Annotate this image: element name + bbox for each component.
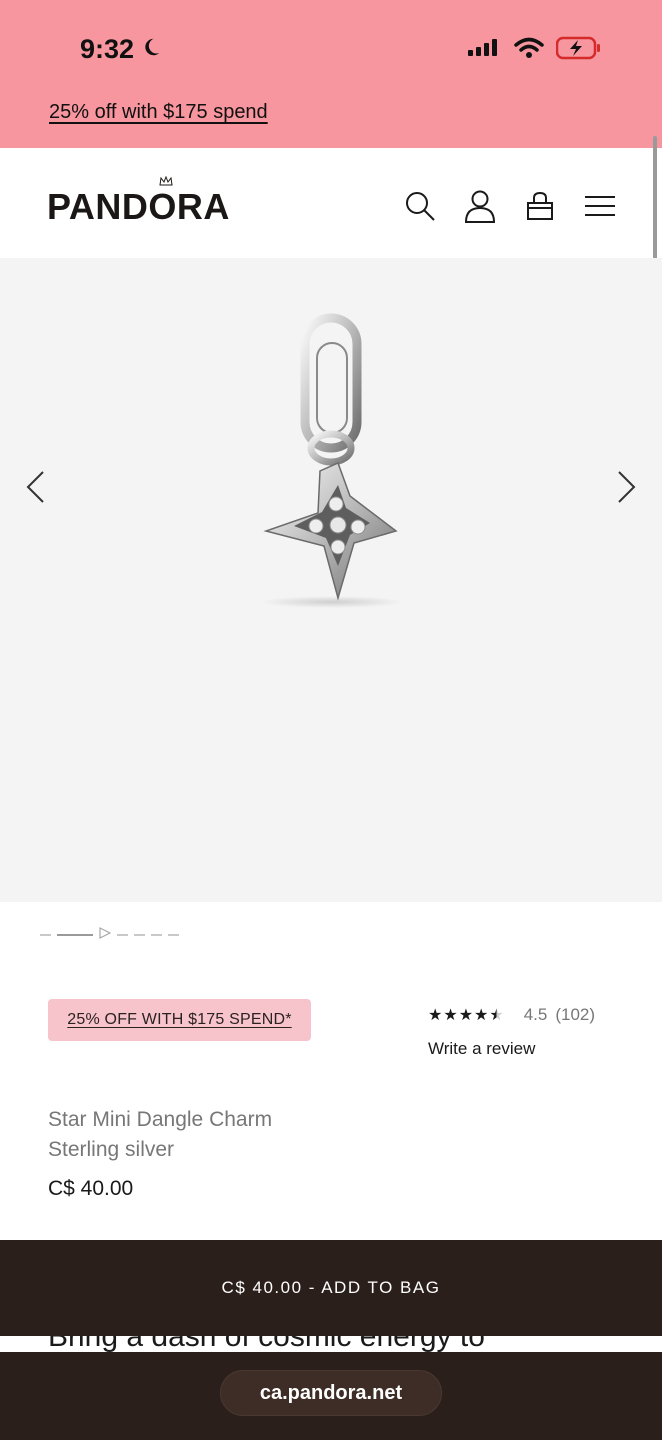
header-actions [402, 188, 618, 224]
account-icon[interactable] [462, 188, 498, 224]
star-icon: ★ [428, 1007, 443, 1024]
rating-count[interactable]: (102) [555, 1005, 595, 1025]
pager-dot[interactable] [134, 934, 145, 936]
star-rating[interactable]: ★ ★ ★ ★ ★ [428, 1005, 504, 1025]
write-review-link[interactable]: Write a review [428, 1039, 595, 1059]
search-icon[interactable] [402, 188, 438, 224]
status-time: 9:32 [80, 34, 162, 65]
product-gallery [0, 258, 662, 902]
play-icon[interactable] [99, 926, 112, 944]
battery-charging-icon [555, 36, 602, 65]
moon-icon [140, 34, 162, 65]
pager-dot[interactable] [40, 934, 51, 936]
star-icon: ★ [443, 1007, 458, 1024]
promo-link[interactable]: 25% off with $175 spend [49, 101, 268, 124]
add-to-bag-button[interactable]: C$ 40.00 - ADD TO BAG [0, 1240, 662, 1336]
pager-dot[interactable] [151, 934, 162, 936]
crown-icon [159, 175, 173, 189]
pandora-logo[interactable]: PANDORA [47, 175, 230, 228]
offer-badge[interactable]: 25% OFF WITH $175 SPEND* [48, 999, 311, 1041]
product-name: Star Mini Dangle Charm [48, 1108, 273, 1131]
product-price: C$ 40.00 [48, 1177, 134, 1200]
gallery-pager [40, 926, 179, 944]
signal-icon [468, 38, 502, 63]
product-image [250, 313, 410, 613]
logo-text: PANDORA [47, 186, 230, 227]
product-title: Star Mini Dangle Charm Sterling silver [48, 1105, 272, 1165]
url-text: ca.pandora.net [259, 1381, 403, 1404]
status-icons [468, 36, 602, 65]
offer-badge-text: 25% OFF WITH $175 SPEND* [67, 1011, 292, 1028]
add-to-bag-label: C$ 40.00 - ADD TO BAG [221, 1278, 441, 1297]
clock-text: 9:32 [80, 34, 135, 64]
pager-dot-active[interactable] [57, 934, 93, 936]
chevron-right-icon[interactable] [612, 468, 642, 506]
menu-icon[interactable] [582, 188, 618, 224]
url-bar[interactable]: ca.pandora.net [220, 1370, 442, 1416]
status-bar: 9:32 [0, 0, 662, 95]
product-material: Sterling silver [48, 1138, 175, 1161]
promo-banner: 25% off with $175 spend [0, 95, 662, 148]
pager-dot[interactable] [168, 934, 179, 936]
star-icon: ★ [489, 1007, 504, 1024]
chevron-left-icon[interactable] [20, 468, 50, 506]
wifi-icon [514, 37, 544, 64]
site-header: PANDORA [0, 148, 662, 258]
bag-icon[interactable] [522, 188, 558, 224]
star-icon: ★ [458, 1007, 474, 1024]
rating-value: 4.5 [523, 1005, 548, 1024]
rating-summary: ★ ★ ★ ★ ★ 4.5 (102) Write a review [428, 1005, 595, 1059]
browser-bar: ca.pandora.net [0, 1352, 662, 1440]
star-icon: ★ [474, 1007, 489, 1024]
pager-dot[interactable] [117, 934, 128, 936]
